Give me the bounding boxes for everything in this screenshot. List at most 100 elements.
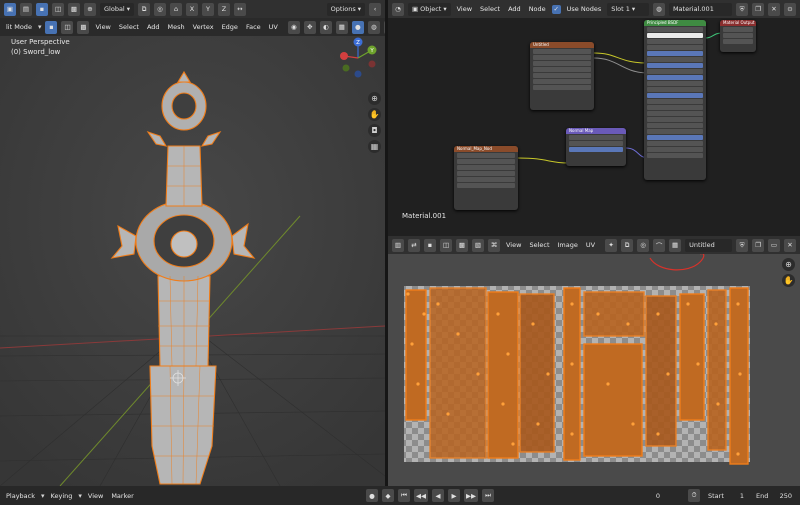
zoom-icon[interactable]: ⊕ bbox=[782, 258, 795, 271]
hand-pan-icon[interactable]: ✋ bbox=[368, 108, 381, 121]
vertex-select-icon[interactable]: ▪ bbox=[36, 2, 48, 16]
keyframe-icon[interactable]: ◆ bbox=[382, 489, 394, 502]
axis-y-button[interactable]: Y bbox=[202, 2, 215, 16]
face-mode-icon[interactable]: ▩ bbox=[77, 20, 90, 34]
snap-icon[interactable]: ⧉ bbox=[138, 2, 151, 16]
zoom-icon[interactable]: ⊕ bbox=[368, 92, 381, 105]
proportional-icon[interactable]: ◎ bbox=[637, 238, 650, 252]
menu-marker[interactable]: Marker bbox=[109, 492, 135, 500]
navigation-gizmo[interactable]: Z Y bbox=[338, 36, 378, 81]
pivot-icon[interactable]: ✦ bbox=[605, 238, 618, 252]
end-frame-field[interactable]: End 250 bbox=[752, 489, 796, 502]
grid-icon[interactable]: ▦ bbox=[368, 140, 381, 153]
node-image-texture[interactable]: Untitled bbox=[530, 42, 594, 110]
menu-view[interactable]: View bbox=[86, 492, 105, 500]
copy-icon[interactable]: ❐ bbox=[752, 2, 764, 16]
axis-x-button[interactable]: X bbox=[186, 2, 199, 16]
menu-view[interactable]: View bbox=[504, 241, 523, 249]
prev-keyframe-icon[interactable]: ◀◀ bbox=[414, 489, 428, 502]
menu-vertex[interactable]: Vertex bbox=[191, 23, 216, 31]
open-image-icon[interactable]: ▭ bbox=[768, 238, 780, 252]
menu-face[interactable]: Face bbox=[244, 23, 263, 31]
stopwatch-icon[interactable]: ⏱ bbox=[688, 489, 700, 502]
menu-select[interactable]: Select bbox=[117, 23, 141, 31]
edge-select-icon[interactable]: ◫ bbox=[52, 2, 64, 16]
image-browse-icon[interactable]: ▦ bbox=[669, 238, 682, 252]
menu-uv[interactable]: UV bbox=[267, 23, 280, 31]
menu-view[interactable]: View bbox=[455, 5, 474, 13]
next-keyframe-icon[interactable]: ▶▶ bbox=[464, 489, 478, 502]
play-icon[interactable]: ▶ bbox=[448, 489, 460, 502]
uv-sync-icon[interactable]: ⇄ bbox=[408, 238, 420, 252]
overlay-icon[interactable]: ◐ bbox=[319, 20, 332, 34]
close-icon[interactable]: ✕ bbox=[784, 238, 796, 252]
menu-select[interactable]: Select bbox=[527, 241, 551, 249]
transform-pivot-icon[interactable]: ⊕ bbox=[84, 2, 96, 16]
slot-dropdown[interactable]: Slot 1 ▾ bbox=[607, 2, 649, 16]
view-object-types-icon[interactable]: ◉ bbox=[287, 20, 300, 34]
uv-island-select-icon[interactable]: ▧ bbox=[472, 238, 484, 252]
start-frame-field[interactable]: Start 1 bbox=[704, 489, 748, 502]
mode-dropdown[interactable]: lit Mode bbox=[4, 23, 34, 31]
new-image-icon[interactable]: ❐ bbox=[752, 238, 764, 252]
node-principled-bsdf[interactable]: Principled BSDF bbox=[644, 20, 706, 180]
camera-icon[interactable]: ◘ bbox=[368, 124, 381, 137]
menu-edge[interactable]: Edge bbox=[220, 23, 240, 31]
fake-user-icon[interactable]: ⛨ bbox=[736, 238, 748, 252]
uv-face-select-icon[interactable]: ▩ bbox=[456, 238, 468, 252]
uv-edge-select-icon[interactable]: ◫ bbox=[440, 238, 452, 252]
uv-editor-canvas[interactable]: ⊕ ✋ bbox=[388, 254, 800, 486]
options-dropdown[interactable]: Options ▾ bbox=[326, 2, 365, 16]
face-select-icon[interactable]: ▩ bbox=[68, 2, 80, 16]
xray-icon[interactable]: ▦ bbox=[335, 20, 348, 34]
node-material-output[interactable]: Material Output bbox=[720, 20, 756, 52]
material-name-field[interactable]: Material.001 bbox=[668, 2, 732, 16]
viewport-3d[interactable]: User Perspective (0) Sword_low Z Y ⊕ ✋ ◘… bbox=[0, 36, 385, 486]
jump-start-icon[interactable]: ⏮ bbox=[398, 489, 410, 502]
axis-z-button[interactable]: Z bbox=[218, 2, 231, 16]
jump-end-icon[interactable]: ⏭ bbox=[482, 489, 494, 502]
image-name-field[interactable]: Untitled bbox=[685, 238, 732, 252]
menu-select[interactable]: Select bbox=[478, 5, 502, 13]
proportional-edit-icon[interactable]: ◎ bbox=[154, 2, 167, 16]
solid-shading-icon[interactable]: ● bbox=[351, 20, 364, 34]
select-box-icon[interactable]: ▣ bbox=[4, 2, 16, 16]
editor-type-icon[interactable]: ▤ bbox=[20, 2, 32, 16]
transform-icon[interactable]: ↔ bbox=[234, 2, 247, 16]
current-frame-field[interactable]: 0 bbox=[632, 489, 684, 502]
node-normal-map[interactable]: Normal Map bbox=[566, 128, 626, 166]
node-normal-image[interactable]: Normal_Map_Nod bbox=[454, 146, 518, 210]
material-sphere-icon[interactable]: ◍ bbox=[652, 2, 665, 16]
uv-vertex-select-icon[interactable]: ▪ bbox=[424, 238, 436, 252]
orientation-dropdown[interactable]: Global ▾ bbox=[100, 2, 135, 16]
menu-add[interactable]: Add bbox=[506, 5, 523, 13]
vertex-mode-icon[interactable]: ▪ bbox=[45, 20, 58, 34]
editor-type-icon[interactable]: ◔ bbox=[392, 2, 404, 16]
menu-node[interactable]: Node bbox=[527, 5, 548, 13]
hand-pan-icon[interactable]: ✋ bbox=[782, 274, 795, 287]
editor-type-icon[interactable]: ▥ bbox=[392, 238, 404, 252]
mirror-icon[interactable]: ⌂ bbox=[170, 2, 183, 16]
shader-type-dropdown[interactable]: ▣ Object ▾ bbox=[408, 2, 451, 16]
area-divider-vertical[interactable] bbox=[385, 0, 388, 486]
gizmo-toggle-icon[interactable]: ✥ bbox=[303, 20, 316, 34]
menu-image[interactable]: Image bbox=[556, 241, 580, 249]
menu-playback[interactable]: Playback bbox=[4, 492, 37, 500]
menu-add[interactable]: Add bbox=[145, 23, 162, 31]
sticky-select-icon[interactable]: ⌘ bbox=[488, 238, 500, 252]
node-editor-canvas[interactable]: Untitled Principled BSDF Material Output… bbox=[388, 18, 800, 236]
close-icon[interactable]: ✕ bbox=[768, 2, 780, 16]
material-shading-icon[interactable]: ◍ bbox=[367, 20, 380, 34]
menu-keying[interactable]: Keying bbox=[49, 492, 75, 500]
use-nodes-checkbox[interactable]: ✓ bbox=[551, 4, 561, 14]
curve-icon[interactable]: ⌒ bbox=[653, 238, 666, 252]
edge-mode-icon[interactable]: ◫ bbox=[61, 20, 74, 34]
menu-uv[interactable]: UV bbox=[584, 241, 597, 249]
pin-icon[interactable]: ⊙ bbox=[784, 2, 796, 16]
record-icon[interactable]: ● bbox=[366, 489, 378, 502]
toggle-sidebar-icon[interactable]: ‹ bbox=[369, 2, 381, 16]
play-reverse-icon[interactable]: ◀ bbox=[432, 489, 444, 502]
fake-user-icon[interactable]: ⛨ bbox=[736, 2, 748, 16]
snap-icon[interactable]: ⧉ bbox=[621, 238, 634, 252]
menu-mesh[interactable]: Mesh bbox=[166, 23, 187, 31]
